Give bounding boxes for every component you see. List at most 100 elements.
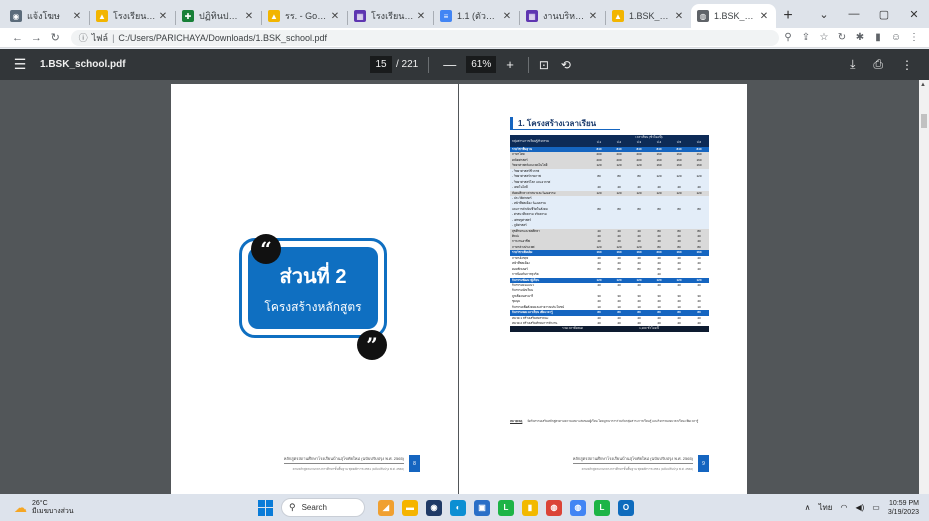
browser-tab[interactable]: ▦ งานบริหารวิชาก✕ <box>520 4 605 28</box>
tab-title: แจ้งโฆษ <box>27 11 60 21</box>
app-files-icon[interactable]: ▬ <box>402 499 418 516</box>
page-number-badge: 9 <box>698 455 709 472</box>
menu-kebab-icon[interactable]: ⋮ <box>905 29 923 47</box>
app-outlook-icon[interactable]: O <box>618 499 634 516</box>
tab-list: ◉แจ้งโฆษ✕▲โรงเรียนเมือง (✕✚ปฏิทินปฏิบัติ… <box>4 4 776 28</box>
tray-chevron-up-icon[interactable]: ∧ <box>805 503 811 512</box>
tab-close-icon[interactable]: ✕ <box>758 11 770 22</box>
tab-close-icon[interactable]: ✕ <box>157 11 169 22</box>
more-options-icon[interactable]: ⋮ <box>901 58 913 72</box>
close-window-button[interactable]: ✕ <box>899 0 929 28</box>
minimize-button[interactable]: — <box>839 0 869 28</box>
zoom-out-button[interactable]: — <box>443 57 456 72</box>
grade-header-cell: ป.3 <box>636 140 642 144</box>
tab-title: ปฏิทินปฏิบัติงาน <box>199 11 243 21</box>
clock-date: 3/19/2023 <box>887 508 919 516</box>
info-icon[interactable]: ⓘ <box>79 31 88 44</box>
browser-tab[interactable]: ✚ ปฏิทินปฏิบัติงาน✕ <box>176 4 261 28</box>
viewer-scrollbar[interactable]: ▲ <box>919 80 929 494</box>
scrollbar-thumb[interactable] <box>921 114 927 128</box>
app-edge-icon[interactable]: ◐ <box>450 499 466 516</box>
page-number-badge: 8 <box>409 455 420 472</box>
page-footer: หลักสูตรสถานศึกษาโรงเรียนบ้านสุโขทัยใหม่… <box>283 455 420 472</box>
browser-tab[interactable]: ▲ รร. - Google ไ✕ <box>262 4 347 28</box>
tab-close-icon[interactable]: ✕ <box>587 11 599 22</box>
scroll-up-arrow-icon[interactable]: ▲ <box>920 82 926 88</box>
taskbar-search[interactable]: ⚲ Search <box>281 498 365 517</box>
fit-page-icon[interactable]: ⊡ <box>539 58 549 72</box>
new-tab-button[interactable]: + <box>776 4 800 28</box>
forward-arrow-icon[interactable]: → <box>27 28 46 48</box>
browser-tab[interactable]: ▦ โรงเรียนบ้านหุ้ย✕ <box>348 4 433 28</box>
pdf-toolbar: ☰ 1.BSK_school.pdf 15 / 221 — 61% + ⊡ ⟲ … <box>0 49 929 80</box>
table-header-subject: กลุ่มสาระการเรียนรู้/กิจกรรม <box>512 139 549 143</box>
table-note-label: หมายเหตุ <box>510 419 523 423</box>
browser-tab[interactable]: ◉ แจ้งโฆษ ✕ <box>4 4 89 28</box>
sidepanel-icon[interactable]: ▮ <box>869 29 887 47</box>
app-line-2-icon[interactable]: L <box>594 499 610 516</box>
back-arrow-icon[interactable]: ← <box>8 28 27 48</box>
app-chrome-2-icon[interactable]: ◍ <box>570 499 586 516</box>
footer-line-1: หลักสูตรสถานศึกษาโรงเรียนบ้านสุโขทัยใหม่… <box>572 455 693 464</box>
open-quote-icon: “ <box>251 234 281 264</box>
sync-icon[interactable]: ↻ <box>833 29 851 47</box>
extensions-icon[interactable]: ✱ <box>851 29 869 47</box>
tab-close-icon[interactable]: ✕ <box>673 11 685 22</box>
footer-text: หลักสูตรสถานศึกษาโรงเรียนบ้านสุโขทัยใหม่… <box>283 455 404 472</box>
print-icon[interactable]: ⎙ <box>873 57 883 72</box>
app-explorer-icon[interactable]: ▮ <box>522 499 538 516</box>
battery-icon[interactable]: ▭ <box>872 503 880 512</box>
rotate-icon[interactable]: ⟲ <box>561 58 571 72</box>
tab-close-icon[interactable]: ✕ <box>415 11 427 22</box>
app-chrome-icon[interactable]: ◍ <box>546 499 562 516</box>
clock[interactable]: 10:59 PM 3/19/2023 <box>888 499 919 517</box>
tab-title: 1.BSK_school <box>629 11 673 21</box>
tab-favicon-icon: ▲ <box>612 10 624 22</box>
tab-search-icon[interactable]: ⌄ <box>809 0 839 28</box>
pdf-viewer[interactable]: ส่วนที่ 2 โครงสร้างหลักสูตร “ ” หลักสูตร… <box>0 80 919 494</box>
start-windows-icon[interactable] <box>258 499 274 516</box>
zoom-input[interactable]: 61% <box>466 56 497 73</box>
browser-tab[interactable]: ▲ 1.BSK_school✕ <box>606 4 691 28</box>
toolbar-divider <box>527 56 529 73</box>
download-icon[interactable]: ⤓ <box>850 57 855 72</box>
zoom-in-button[interactable]: + <box>506 57 514 72</box>
maximize-button[interactable]: ▢ <box>869 0 899 28</box>
browser-tab[interactable]: ≡ 1.1 (ตัวชี้วัด) ร✕ <box>434 4 519 28</box>
tab-close-icon[interactable]: ✕ <box>501 11 513 22</box>
tray-language[interactable]: ไทย <box>818 501 832 514</box>
zoom-icon[interactable]: ⚲ <box>779 29 797 47</box>
table-note: หมายเหตุ จัดกิจกรรมเสริมหลักสูตรตามความเ… <box>510 419 700 424</box>
bookmark-star-icon[interactable]: ☆ <box>815 29 833 47</box>
wifi-icon[interactable]: ◠ <box>840 503 847 512</box>
reload-icon[interactable]: ↻ <box>46 28 65 48</box>
address-bar: ← → ↻ ⓘ ไฟล์ | C:/Users/PARICHAYA/Downlo… <box>0 28 929 48</box>
app-widgets-icon[interactable]: ◢ <box>378 499 394 516</box>
app-chrome-dark-icon[interactable]: ◉ <box>426 499 442 516</box>
page-number-input[interactable]: 15 <box>370 56 392 73</box>
app-store-icon[interactable]: ▣ <box>474 499 490 516</box>
pdf-file-name: 1.BSK_school.pdf <box>40 59 126 70</box>
omnibox[interactable]: ⓘ ไฟล์ | C:/Users/PARICHAYA/Downloads/1.… <box>70 29 779 46</box>
tab-favicon-icon: ◉ <box>10 10 22 22</box>
browser-tab[interactable]: ◍ 1.BSK_school✕ <box>691 4 776 28</box>
hamburger-menu-icon[interactable]: ☰ <box>0 56 40 73</box>
tab-close-icon[interactable]: ✕ <box>71 11 83 22</box>
page-footer: หลักสูตรสถานศึกษาโรงเรียนบ้านสุโขทัยใหม่… <box>572 455 709 472</box>
table-header-grades: เวลาเรียน (ชั่วโมง/ปี) ป.1 ป.2 ป.3 ป.4 ป.5 ป.… <box>589 135 709 147</box>
footer-text: หลักสูตรสถานศึกษาโรงเรียนบ้านสุโขทัยใหม่… <box>572 455 693 472</box>
share-icon[interactable]: ⇪ <box>797 29 815 47</box>
volume-icon[interactable]: ◀) <box>855 503 864 512</box>
weather-widget[interactable]: ☁ 26°C มีเมฆบางส่วน <box>14 500 74 516</box>
profile-avatar-icon[interactable]: ☺ <box>887 29 905 47</box>
browser-tab[interactable]: ▲ โรงเรียนเมือง (✕ <box>90 4 175 28</box>
table-header-row: กลุ่มสาระการเรียนรู้/กิจกรรม เวลาเรียน (… <box>510 135 709 147</box>
tab-favicon-icon: ▲ <box>268 10 280 22</box>
tab-close-icon[interactable]: ✕ <box>329 11 341 22</box>
app-line-icon[interactable]: L <box>498 499 514 516</box>
grade-header-cell: ป.6 <box>696 140 702 144</box>
url-text[interactable]: C:/Users/PARICHAYA/Downloads/1.BSK_schoo… <box>118 33 327 43</box>
tab-close-icon[interactable]: ✕ <box>243 11 255 22</box>
table-total-value: 1,200 ชั่วโมง/ปี <box>639 326 659 331</box>
table-body: รายวิชาพื้นฐาน 840 840 840 840 840 840 ภาษาไทย 2… <box>510 147 709 327</box>
